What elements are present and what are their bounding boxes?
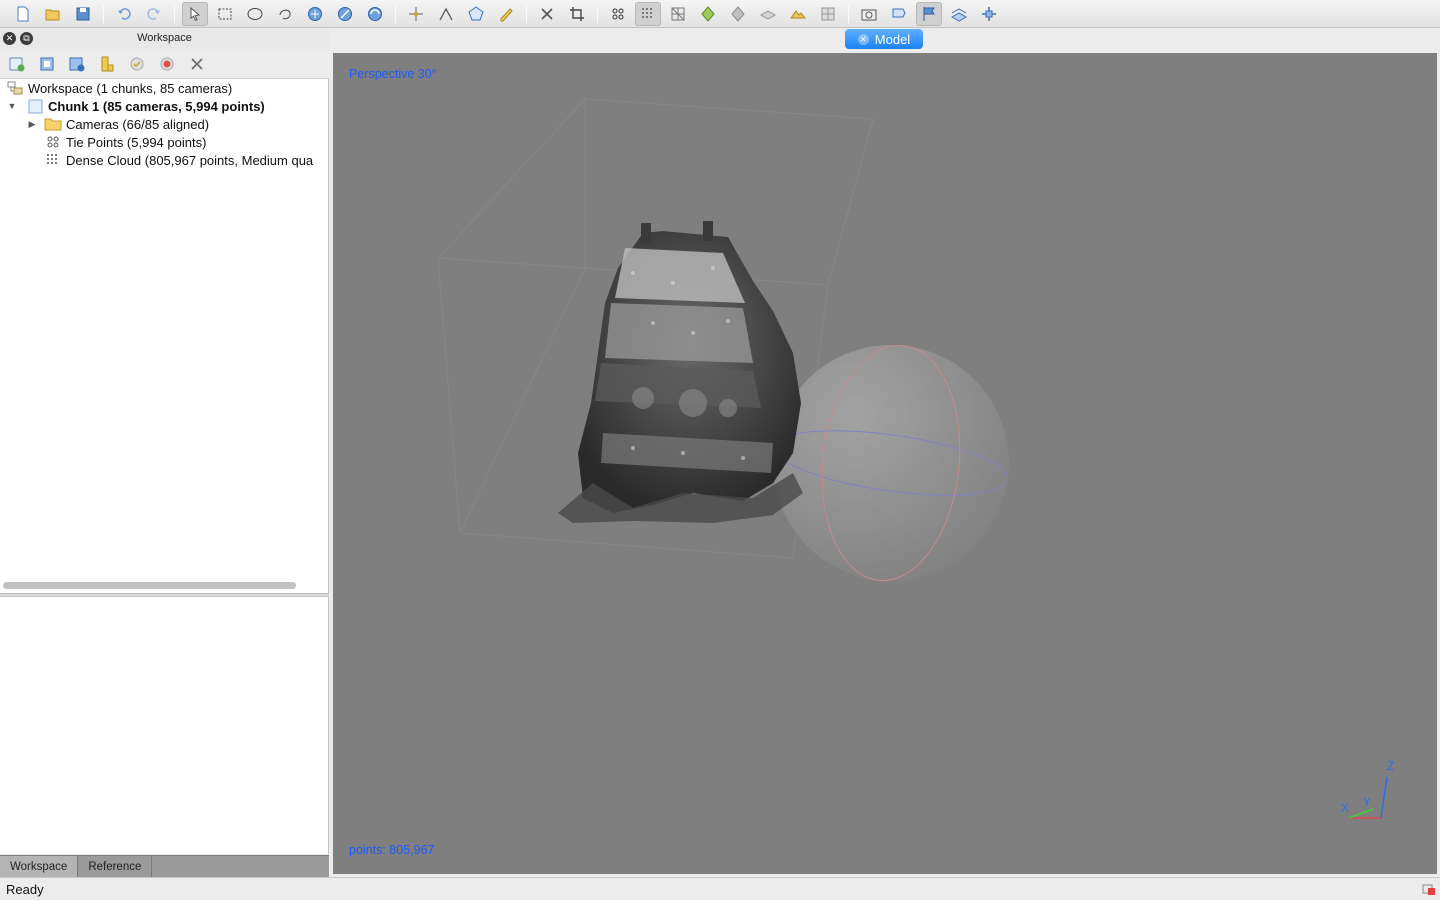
show-shapes-icon[interactable] <box>916 1 942 26</box>
polygon-icon[interactable] <box>463 2 489 26</box>
tab-workspace[interactable]: Workspace <box>0 856 79 877</box>
new-icon[interactable] <box>10 2 36 26</box>
wireframe-icon[interactable] <box>665 2 691 26</box>
scrollbar-thumb[interactable] <box>3 582 296 589</box>
reset-view-icon[interactable] <box>976 2 1002 26</box>
toolbar-separator <box>526 4 527 23</box>
remove-items-icon[interactable] <box>184 52 210 76</box>
delete-selection-icon[interactable] <box>534 2 560 26</box>
dem-icon[interactable] <box>785 2 811 26</box>
tie-points-icon[interactable] <box>605 2 631 26</box>
tiled-model-icon[interactable] <box>755 2 781 26</box>
tree-horizontal-scrollbar[interactable] <box>0 577 329 593</box>
panel-toolbar <box>0 49 329 79</box>
properties-pane <box>0 596 329 854</box>
redo-icon[interactable] <box>141 2 167 26</box>
workspace-icon <box>6 80 24 96</box>
axis-label-z: Z <box>1387 759 1395 773</box>
add-photos-icon[interactable] <box>34 52 60 76</box>
status-text: Ready <box>6 881 44 897</box>
rotation-sphere <box>773 344 1009 582</box>
crop-icon[interactable] <box>564 2 590 26</box>
tie-points-icon <box>44 134 62 150</box>
toolbar-separator <box>174 4 175 23</box>
status-bar: Ready <box>0 877 1440 900</box>
move-region-icon[interactable] <box>332 2 358 26</box>
toolbar-separator <box>597 4 598 23</box>
draw-icon[interactable] <box>493 2 519 26</box>
orthomosaic-icon[interactable] <box>815 2 841 26</box>
resize-region-icon[interactable] <box>302 2 328 26</box>
circle-selection-icon[interactable] <box>242 2 268 26</box>
panel-titlebar: ✕ ⧉ Workspace <box>0 29 329 49</box>
enable-icon[interactable] <box>124 52 150 76</box>
toolbar-separator <box>103 4 104 23</box>
axis-label-x: X <box>1341 801 1350 815</box>
panel-tabs: Workspace Reference <box>0 855 329 877</box>
tree-label: Workspace (1 chunks, 85 cameras) <box>28 80 233 96</box>
add-markers-icon[interactable] <box>94 52 120 76</box>
undo-icon[interactable] <box>111 2 137 26</box>
tree-item-workspace[interactable]: Workspace (1 chunks, 85 cameras) <box>0 79 328 97</box>
toolbar-separator <box>395 4 396 23</box>
model-viewport[interactable]: X Y Z Perspective 30° points: 805,967 <box>333 53 1437 874</box>
show-markers-icon[interactable] <box>886 2 912 26</box>
dense-cloud-icon[interactable] <box>635 1 661 26</box>
disable-icon[interactable] <box>154 52 180 76</box>
projection-label: Perspective 30° <box>349 67 437 81</box>
scene <box>437 98 1388 819</box>
tab-model-label: Model <box>874 31 911 47</box>
tree-item-tie-points[interactable]: Tie Points (5,994 points) <box>0 133 328 151</box>
shape-icon[interactable] <box>433 2 459 26</box>
ruler-icon[interactable] <box>403 2 429 26</box>
add-chunk-icon[interactable] <box>4 52 30 76</box>
chunk-icon <box>26 98 44 114</box>
show-cameras-icon[interactable] <box>856 2 882 26</box>
tree-item-cameras[interactable]: ▶ Cameras (66/85 aligned) <box>0 115 328 133</box>
rectangle-selection-icon[interactable] <box>212 2 238 26</box>
textured-icon[interactable] <box>725 2 751 26</box>
tree-item-dense-cloud[interactable]: Dense Cloud (805,967 points, Medium qua <box>0 151 328 169</box>
workspace-panel: ✕ ⧉ Workspace Workspace (1 chunks, 85 ca… <box>0 29 329 877</box>
save-icon[interactable] <box>70 2 96 26</box>
axis-label-y: Y <box>1363 795 1372 809</box>
tab-model[interactable]: ✕ Model <box>845 29 923 49</box>
tree-label: Tie Points (5,994 points) <box>66 134 207 150</box>
panel-title: Workspace <box>137 32 192 44</box>
folder-icon <box>44 116 62 132</box>
viewport-tabbar: ✕ Model <box>330 29 1440 53</box>
tree-label: Dense Cloud (805,967 points, Medium qua <box>66 152 314 168</box>
show-region-icon[interactable] <box>946 2 972 26</box>
close-tab-icon[interactable]: ✕ <box>857 33 869 45</box>
navigation-icon[interactable] <box>182 1 208 26</box>
workspace-tree: Workspace (1 chunks, 85 cameras) ▼ Chunk… <box>0 79 329 593</box>
add-folder-icon[interactable] <box>64 52 90 76</box>
main-toolbar <box>0 0 1440 28</box>
solid-icon[interactable] <box>695 2 721 26</box>
tab-reference[interactable]: Reference <box>78 856 153 877</box>
network-status-icon[interactable] <box>1422 882 1436 896</box>
collapse-arrow-icon[interactable]: ▼ <box>6 101 18 111</box>
tree-item-chunk[interactable]: ▼ Chunk 1 (85 cameras, 5,994 points) <box>0 97 328 115</box>
toolbar-separator <box>848 4 849 23</box>
point-count-label: points: 805,967 <box>349 843 435 857</box>
dense-cloud-icon <box>44 152 62 168</box>
tree-label: Chunk 1 (85 cameras, 5,994 points) <box>48 98 265 114</box>
expand-arrow-icon[interactable]: ▶ <box>26 119 38 130</box>
open-icon[interactable] <box>40 2 66 26</box>
tree-label: Cameras (66/85 aligned) <box>66 116 210 132</box>
free-form-selection-icon[interactable] <box>272 2 298 26</box>
dense-point-cloud <box>558 221 803 523</box>
rotate-region-icon[interactable] <box>362 2 388 26</box>
